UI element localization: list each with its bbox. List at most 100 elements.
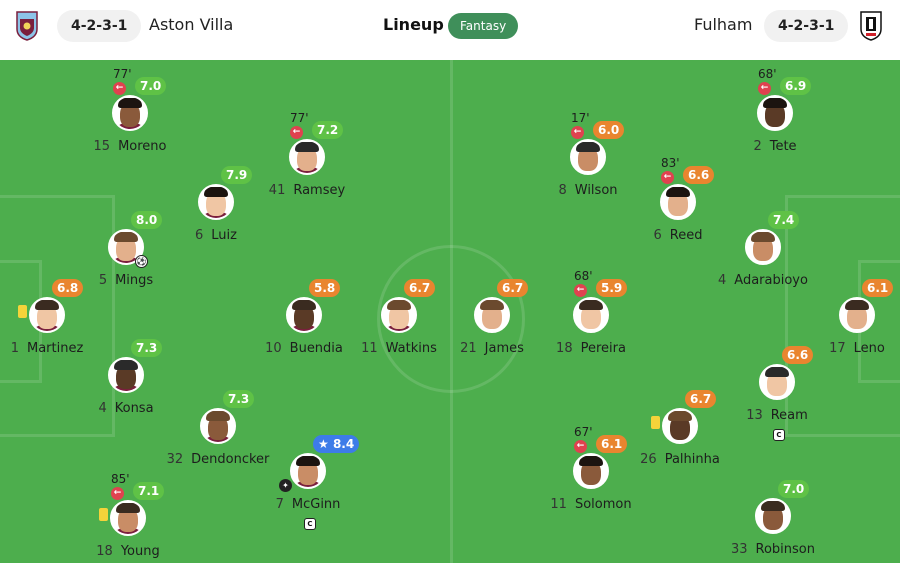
avatar-hair <box>114 360 138 370</box>
substitution-time: 17' <box>571 111 590 125</box>
captain-badge-icon: C <box>773 429 785 441</box>
player-avatar[interactable] <box>757 95 793 131</box>
rating-value: 7.3 <box>136 341 158 355</box>
player-label: 6 Luiz <box>151 228 281 243</box>
aston-villa-crest-icon[interactable] <box>16 11 38 41</box>
rating-value: 7.1 <box>138 484 160 498</box>
assist-boot-icon: ✦ <box>279 479 292 492</box>
player-avatar[interactable] <box>290 453 326 489</box>
avatar-hair <box>579 456 603 466</box>
player-avatar[interactable] <box>745 229 781 265</box>
player-avatar[interactable] <box>755 498 791 534</box>
substitution-off-icon: ← <box>758 82 771 95</box>
player-number: 6 <box>195 228 204 243</box>
rating-badge: 7.2 <box>312 121 344 139</box>
rating-value: 7.0 <box>140 79 162 93</box>
substitution-time: 83' <box>661 156 680 170</box>
player-number: 10 <box>265 341 282 356</box>
lineup-header: 4-2-3-1 Aston Villa Lineup Fantasy Fulha… <box>0 0 900 60</box>
player-avatar[interactable] <box>570 139 606 175</box>
avatar-hair <box>845 300 869 310</box>
avatar-hair <box>295 142 319 152</box>
avatar-hair <box>666 187 690 197</box>
player-name: James <box>484 341 524 356</box>
player-avatar[interactable] <box>286 297 322 333</box>
player-name: Pereira <box>580 341 626 356</box>
rating-value: 6.1 <box>601 437 623 451</box>
player-home[interactable]: 6.8 1 Martinez <box>0 279 112 357</box>
player-away[interactable]: 6.7 21 James <box>427 279 557 357</box>
player-name: Mings <box>115 273 154 288</box>
substitution-time: 77' <box>113 67 132 81</box>
player-avatar[interactable] <box>112 95 148 131</box>
player-name: Ream <box>770 408 808 423</box>
player-away[interactable]: 6.9 68' ← 2 Tete <box>710 67 840 155</box>
player-avatar[interactable] <box>759 364 795 400</box>
goal-ball-icon: ⚽ <box>135 255 148 268</box>
player-label: 8 Wilson <box>523 183 653 198</box>
player-avatar[interactable] <box>289 139 325 175</box>
substitution-time: 68' <box>574 269 593 283</box>
rating-value: 6.1 <box>867 281 889 295</box>
player-away[interactable]: 6.0 17' ← 8 Wilson <box>523 111 653 199</box>
player-home[interactable]: ★ 8.4 ✦ C 7 McGinn <box>243 435 373 530</box>
yellow-card-icon <box>99 508 108 521</box>
player-label: 1 Martinez <box>0 341 112 356</box>
avatar-hair <box>206 411 230 421</box>
player-avatar[interactable] <box>573 453 609 489</box>
away-team-name[interactable]: Fulham <box>694 15 752 34</box>
rating-value: 6.9 <box>785 79 807 93</box>
home-team-name[interactable]: Aston Villa <box>149 15 233 34</box>
player-avatar[interactable] <box>381 297 417 333</box>
player-avatar[interactable] <box>660 184 696 220</box>
player-name: Konsa <box>114 401 154 416</box>
page-title: Lineup <box>383 15 444 34</box>
avatar-hair <box>116 503 140 513</box>
player-avatar[interactable] <box>200 408 236 444</box>
player-label: 5 Mings <box>61 273 191 288</box>
player-number: 1 <box>10 341 19 356</box>
player-home[interactable]: 7.1 85' ← 18 Young <box>63 472 193 560</box>
player-avatar[interactable] <box>110 500 146 536</box>
player-number: 5 <box>98 273 108 288</box>
rating-value: 6.0 <box>598 123 620 137</box>
player-number: 17 <box>829 341 846 356</box>
player-number: 41 <box>268 183 286 198</box>
star-icon: ★ <box>318 437 333 451</box>
player-name: Solomon <box>574 497 632 512</box>
substitution-off-icon: ← <box>111 487 124 500</box>
player-avatar[interactable] <box>573 297 609 333</box>
player-home[interactable]: 7.2 77' ← 41 Ramsey <box>242 111 372 199</box>
player-avatar[interactable] <box>198 184 234 220</box>
player-name: Wilson <box>574 183 618 198</box>
fantasy-toggle-button[interactable]: Fantasy <box>448 13 519 39</box>
player-label: 7 McGinn <box>243 497 373 512</box>
rating-badge: 6.7 <box>404 279 436 297</box>
player-avatar[interactable] <box>108 357 144 393</box>
player-number: 6 <box>653 228 662 243</box>
home-formation: 4-2-3-1 <box>57 10 142 42</box>
player-away[interactable]: 7.0 33 Robinson <box>708 480 838 558</box>
player-away[interactable]: 6.1 67' ← 11 Solomon <box>526 425 656 513</box>
substitution-time: 77' <box>290 111 309 125</box>
rating-value: 7.0 <box>783 482 805 496</box>
rating-badge: ★ 8.4 <box>313 435 360 453</box>
rating-value: 6.6 <box>787 348 809 362</box>
player-avatar[interactable] <box>662 408 698 444</box>
player-avatar[interactable] <box>839 297 875 333</box>
substitution-off-icon: ← <box>113 82 126 95</box>
rating-badge: 6.7 <box>685 390 717 408</box>
player-number: 32 <box>166 452 184 467</box>
rating-badge: 6.1 <box>862 279 894 297</box>
player-avatar[interactable] <box>474 297 510 333</box>
captain-badge-icon: C <box>304 518 316 530</box>
player-name: Tete <box>769 139 797 154</box>
player-home[interactable]: 7.0 77' ← 15 Moreno <box>65 67 195 155</box>
avatar-hair <box>751 232 775 242</box>
rating-value: 6.7 <box>690 392 712 406</box>
substitution-off-icon: ← <box>574 284 587 297</box>
player-avatar[interactable] <box>29 297 65 333</box>
player-name: Leno <box>853 341 885 356</box>
fulham-crest-icon[interactable] <box>860 11 882 41</box>
player-label: 4 Adarabioyo <box>698 273 828 288</box>
